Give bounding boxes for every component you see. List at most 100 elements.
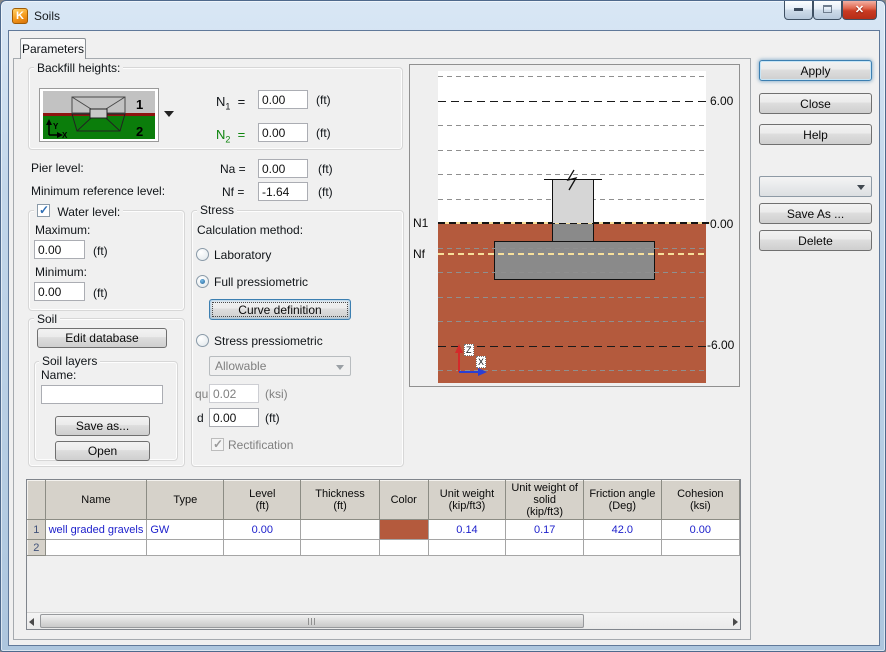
row1-color-cell[interactable] [378, 519, 429, 540]
scroll-left-icon[interactable] [29, 618, 34, 626]
n1-label: N1 = [216, 94, 246, 112]
row1-friction-angle-cell[interactable]: 42.0 [583, 519, 662, 540]
minimum-label: Minimum: [35, 265, 88, 279]
thumb-axis-y-label: Y [53, 122, 59, 131]
save-as-soil-button[interactable]: Save as... [55, 416, 150, 436]
maximize-button[interactable] [813, 1, 842, 20]
delete-button[interactable]: Delete [759, 230, 872, 251]
gridline [438, 125, 706, 126]
laboratory-radio[interactable] [196, 248, 209, 261]
row1-level-cell[interactable]: 0.00 [223, 519, 302, 540]
gridline [438, 76, 706, 77]
row1-cohesion-cell[interactable]: 0.00 [660, 519, 740, 540]
n2-input[interactable] [258, 123, 308, 142]
soil-name-label: Name: [41, 368, 77, 382]
row1-thickness-cell[interactable] [300, 519, 380, 540]
backfill-scheme-picker[interactable]: Y X 1 2 [39, 88, 159, 142]
laboratory-label: Laboratory [214, 248, 272, 262]
nf-level-line [438, 253, 706, 255]
row1-type-cell[interactable]: GW [146, 519, 225, 540]
maximize-icon [823, 5, 832, 13]
row2-number[interactable]: 2 [27, 539, 46, 556]
tab-parameters[interactable]: Parameters [20, 38, 86, 59]
axis-x-label: X [476, 356, 487, 368]
row2-level-cell[interactable] [223, 539, 302, 556]
thumb-zone2-label: 2 [136, 124, 143, 139]
row2-cohesion-cell[interactable] [660, 539, 740, 556]
rectification-label: Rectification [228, 438, 294, 452]
header-level: Level (ft) [223, 480, 302, 520]
axis-z-label: Z [464, 344, 474, 356]
row1-name-cell[interactable]: well graded gravels [44, 519, 148, 540]
maximum-input[interactable] [34, 240, 85, 259]
help-button[interactable]: Help [759, 124, 872, 145]
apply-button[interactable]: Apply [759, 60, 872, 81]
row2-color-cell[interactable] [378, 539, 429, 556]
allowable-combobox-value: Allowable [215, 359, 267, 373]
row2-thickness-cell[interactable] [300, 539, 380, 556]
app-icon: K [12, 8, 28, 24]
qu-input [209, 384, 259, 403]
row1-number[interactable]: 1 [27, 519, 46, 540]
row2-unit-weight-cell[interactable] [427, 539, 507, 556]
n1-input[interactable] [258, 90, 308, 109]
table-header-row: Name Type Level (ft) Thickness (ft) Color … [27, 480, 740, 520]
curve-definition-button[interactable]: Curve definition [209, 299, 351, 320]
tick-0: 0.00 [710, 217, 734, 231]
scrollbar-thumb[interactable] [40, 614, 584, 628]
soil-caption: Soil [34, 312, 61, 326]
minimum-unit: (ft) [93, 286, 108, 300]
row1-unit-weight-cell[interactable]: 0.14 [427, 519, 507, 540]
horizontal-scrollbar[interactable] [27, 612, 740, 629]
n1-unit: (ft) [316, 93, 331, 107]
row2-type-cell[interactable] [146, 539, 225, 556]
header-unit-weight-solid: Unit weight of solid (kip/ft3) [505, 480, 585, 520]
soil-layers-caption: Soil layers [39, 354, 101, 368]
header-unit-weight: Unit weight (kip/ft3) [427, 480, 507, 520]
nf-input[interactable] [258, 182, 308, 201]
scroll-right-icon[interactable] [733, 618, 738, 626]
configuration-combobox[interactable] [759, 176, 872, 197]
open-soil-button[interactable]: Open [55, 441, 150, 461]
allowable-combobox[interactable]: Allowable [209, 356, 351, 376]
full-pressiometric-label: Full pressiometric [214, 275, 309, 289]
row2-unit-weight-solid-cell[interactable] [505, 539, 585, 556]
water-level-checkbox[interactable] [37, 203, 50, 217]
d-input[interactable] [209, 408, 259, 427]
save-as-config-button[interactable]: Save As ... [759, 203, 872, 224]
window-title: Soils [34, 9, 61, 23]
minimum-input[interactable] [34, 282, 85, 301]
close-dialog-button[interactable]: Close [759, 93, 872, 114]
backfill-scheme-dropdown-icon[interactable] [164, 111, 174, 117]
soil-name-input[interactable] [41, 385, 163, 404]
header-color: Color [378, 480, 429, 520]
backfill-scheme-image: Y X 1 2 [43, 91, 155, 139]
full-pressiometric-radio[interactable] [196, 275, 209, 288]
close-button[interactable]: ✕ [842, 1, 877, 20]
thumb-zone1-label: 1 [136, 97, 143, 112]
row1-unit-weight-solid-cell[interactable]: 0.17 [505, 519, 585, 540]
row2-name-cell[interactable] [44, 539, 148, 556]
row2-friction-angle-cell[interactable] [583, 539, 662, 556]
corner-header-cell [27, 480, 46, 520]
nf-label: Nf = [222, 185, 245, 199]
nf-unit: (ft) [318, 185, 333, 199]
table-row: 1 well graded gravels GW 0.00 0.14 0.17 … [27, 519, 740, 540]
diagram-n1-label: N1 [413, 216, 429, 230]
scrollbar-grip-icon [308, 618, 316, 625]
rectification-checkbox [211, 437, 224, 451]
na-input[interactable] [258, 159, 308, 178]
minimize-button[interactable] [784, 1, 813, 20]
stress-pressiometric-radio[interactable] [196, 334, 209, 347]
gridline [438, 272, 706, 273]
header-friction-angle: Friction angle (Deg) [583, 480, 662, 520]
calculation-method-label: Calculation method: [197, 223, 304, 237]
gridline [438, 321, 706, 322]
maximum-label: Maximum: [35, 223, 91, 237]
d-unit: (ft) [265, 411, 280, 425]
footing-pad [494, 241, 655, 280]
na-unit: (ft) [318, 162, 333, 176]
edit-database-button[interactable]: Edit database [37, 328, 167, 348]
break-symbol-icon [566, 169, 578, 191]
water-level-label: Water level: [57, 205, 121, 219]
